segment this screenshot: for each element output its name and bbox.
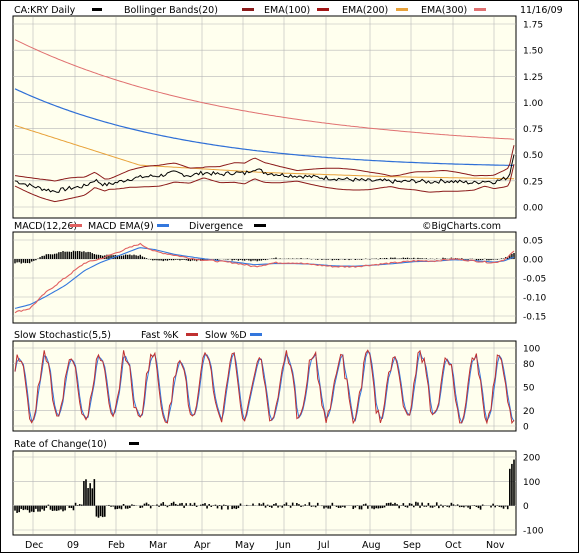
y-tick-label: 0 — [523, 502, 529, 512]
y-tick-label: 0.50 — [523, 151, 543, 161]
legend-stochastic: Slow Stochastic(5,5) — [14, 330, 111, 341]
y-tick-label: 1.00 — [523, 99, 543, 109]
macd-panel-bg — [12, 231, 517, 324]
legend-bollinger: Bollinger Bands(20) — [124, 5, 218, 16]
legend-ema100: EMA(100) — [264, 5, 310, 16]
y-tick-label: -0.15 — [523, 313, 546, 323]
symbol-swatch — [92, 8, 102, 11]
y-tick-label: 0.75 — [523, 125, 543, 135]
legend-fast-k: Fast %K — [141, 330, 179, 341]
legend-ema200: EMA(200) — [342, 5, 388, 16]
watermark: ©BigCharts.com — [422, 221, 501, 232]
y-tick-label: 0.05 — [523, 237, 543, 247]
legend-divergence-swatch — [254, 224, 266, 227]
x-label-aug: Aug — [362, 540, 381, 551]
y-tick-label: 100 — [523, 345, 540, 355]
x-label-dec: Dec — [25, 540, 43, 551]
legend-fast-k-swatch — [186, 333, 198, 336]
y-tick-label: 20 — [523, 407, 535, 417]
legend-macd-ema: MACD EMA(9) — [88, 221, 154, 232]
legend-ema300: EMA(300) — [421, 5, 467, 16]
y-tick-label: 50 — [523, 384, 535, 394]
legend-ema100-swatch — [317, 8, 329, 11]
legend-ema200-swatch — [396, 8, 408, 11]
legend-slow-d: Slow %D — [205, 330, 247, 341]
legend-roc: Rate of Change(10) — [14, 439, 107, 450]
x-label-mar: Mar — [149, 540, 167, 551]
legend-slow-d-swatch — [250, 333, 262, 336]
legend-macd-ema-swatch — [157, 224, 169, 227]
header-date: 11/16/09 — [520, 5, 563, 16]
y-tick-label: 200 — [523, 454, 540, 464]
y-tick-label: 0.00 — [523, 256, 543, 266]
y-tick-label: 100 — [523, 478, 540, 488]
y-tick-label: -0.05 — [523, 275, 546, 285]
symbol-label: CA:KRY Daily — [14, 5, 76, 16]
y-tick-label: 80 — [523, 360, 535, 370]
y-tick-label: 0.25 — [523, 177, 543, 187]
y-tick-label: -100 — [523, 527, 544, 537]
y-tick-label: -0.10 — [523, 294, 547, 304]
x-label-nov: Nov — [486, 540, 505, 551]
y-tick-label: 0.00 — [523, 204, 543, 214]
legend-bollinger-swatch — [242, 8, 254, 11]
legend-macd-swatch — [70, 224, 82, 227]
x-label-jul: Jul — [317, 540, 329, 551]
legend-ema300-swatch — [474, 8, 486, 11]
y-tick-label: 1.25 — [523, 73, 543, 83]
y-tick-label: 1.75 — [523, 21, 543, 31]
x-label-feb: Feb — [108, 540, 125, 551]
stock-chart: CA:KRY Daily Bollinger Bands(20) EMA(100… — [0, 0, 579, 553]
legend-divergence: Divergence — [189, 221, 243, 232]
y-tick-label: 1.50 — [523, 47, 543, 57]
x-label-may: May — [235, 540, 255, 551]
x-label-09: 09 — [67, 540, 79, 551]
y-tick-label: 0 — [523, 423, 529, 433]
legend-roc-swatch — [129, 442, 139, 445]
x-label-jun: Jun — [275, 540, 291, 551]
x-label-oct: Oct — [445, 540, 462, 551]
legend-macd: MACD(12,26) — [14, 221, 77, 232]
x-label-sep: Sep — [403, 540, 421, 551]
x-label-apr: Apr — [194, 540, 211, 551]
